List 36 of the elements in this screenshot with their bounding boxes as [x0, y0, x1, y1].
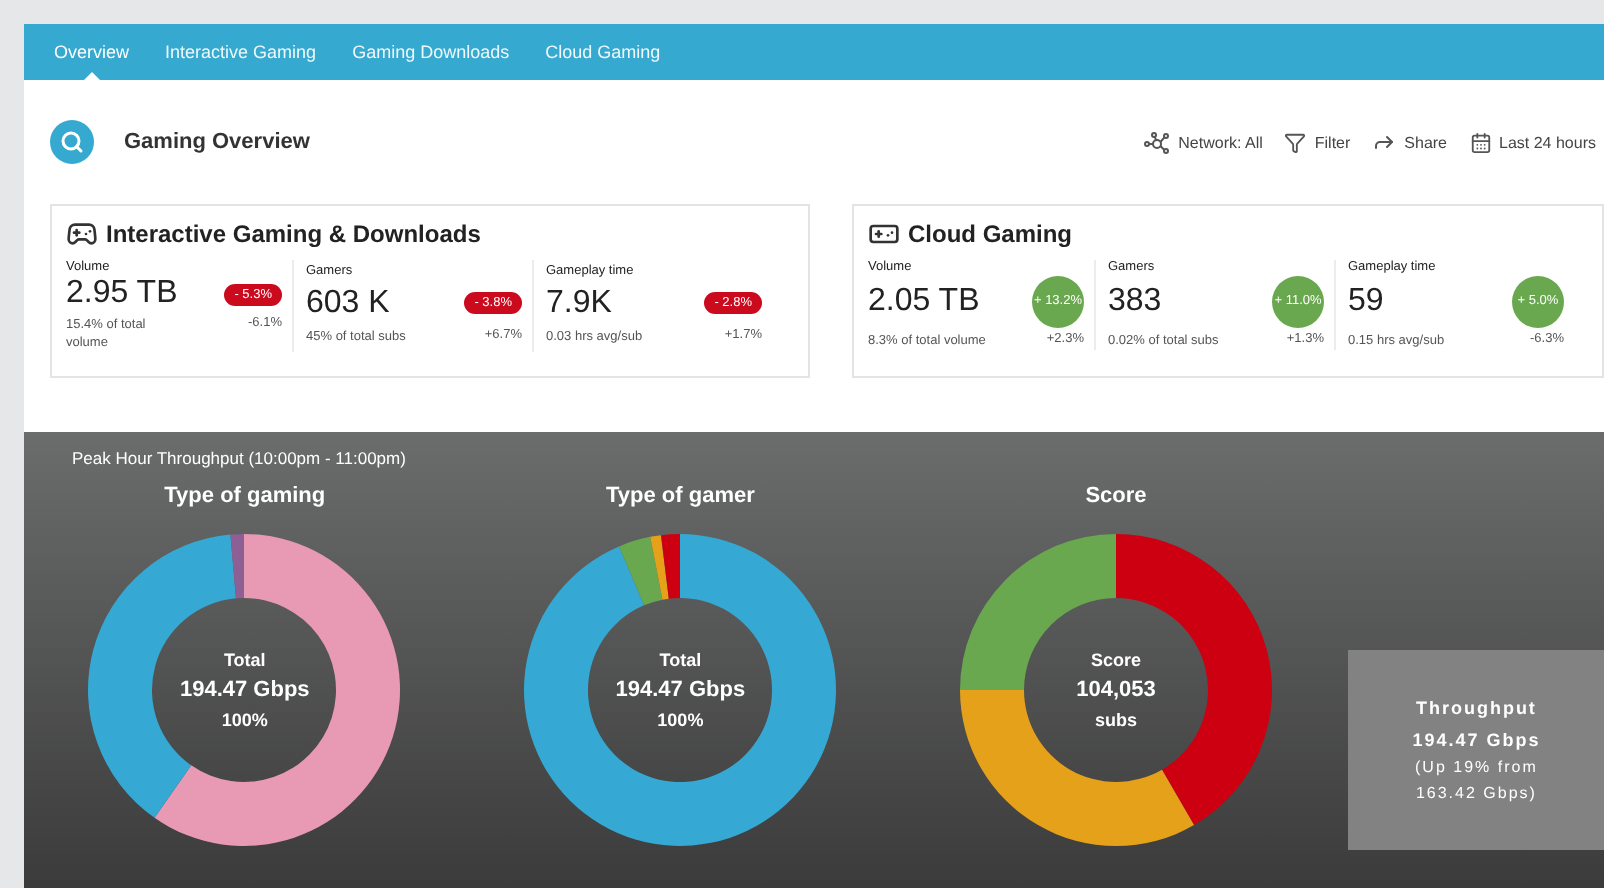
- chart-title: Type of gamer: [606, 484, 755, 508]
- share-icon: [1372, 130, 1397, 154]
- card-title: Cloud Gaming: [908, 220, 1072, 248]
- summary-title: Throughput: [1415, 698, 1537, 718]
- chart-title: Type of gaming: [164, 484, 326, 508]
- chart-title: Score: [1085, 484, 1147, 508]
- panel-title: Peak Hour Throughput (10:00pm - 11:00pm): [72, 448, 408, 468]
- donut-center-label: Total: [659, 650, 702, 670]
- stat-value: 59: [1348, 284, 1386, 320]
- toolbar-action[interactable]: Last 24 hours: [1469, 131, 1596, 153]
- donut-center-label: Score: [1090, 650, 1141, 670]
- toolbar-action[interactable]: Share: [1372, 130, 1448, 154]
- donut-center-label: Total: [223, 650, 266, 670]
- donut-center-label: subs: [1094, 710, 1137, 730]
- stat-value: 2.95 TB: [66, 276, 180, 312]
- donut-center-label: 194.47 Gbps: [615, 678, 746, 702]
- toolbar-action[interactable]: Filter: [1284, 131, 1351, 153]
- page-title: Gaming Overview: [124, 130, 312, 154]
- donut-center-label: 100%: [657, 710, 704, 730]
- stat-value: 2.05 TB: [868, 284, 982, 320]
- gamepad-icon: [66, 218, 98, 250]
- search-icon: [50, 120, 94, 164]
- donut-center-label: 194.47 Gbps: [179, 678, 310, 702]
- donut-center-label: 104,053: [1076, 678, 1156, 702]
- stat-value: 383: [1108, 284, 1164, 320]
- calendar-icon: [1469, 131, 1492, 153]
- stat-value: 7.9K: [546, 285, 614, 322]
- summary-line: (Up 19% from: [1415, 758, 1538, 776]
- toolbar-action[interactable]: Network: All: [1144, 131, 1263, 153]
- stat-value: 603 K: [306, 285, 392, 322]
- donut-center-label: 100%: [221, 710, 268, 730]
- summary-line: 194.47 Gbps: [1412, 730, 1541, 750]
- filter-icon: [1284, 131, 1307, 153]
- card-title: Interactive Gaming & Downloads: [106, 220, 481, 248]
- network-icon: [1144, 131, 1171, 153]
- summary-line: 163.42 Gbps): [1415, 784, 1537, 802]
